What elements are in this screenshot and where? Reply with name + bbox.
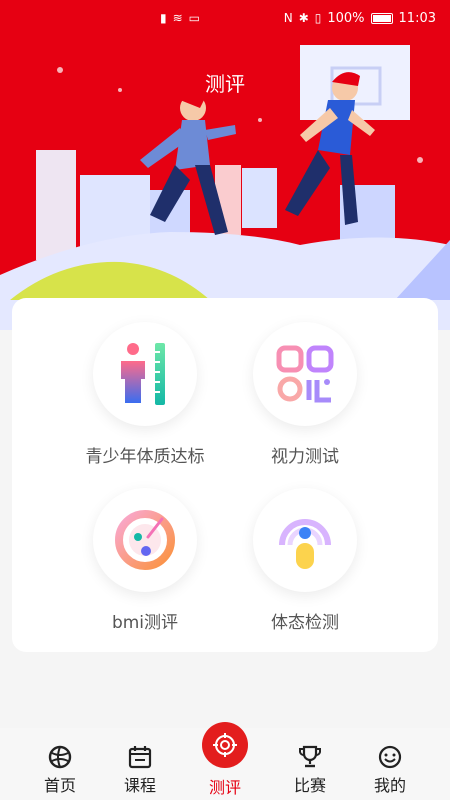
hero-illustration [0, 45, 450, 330]
menu-item-label: 体态检测 [271, 613, 339, 633]
nfc-badge-icon: ▭ [188, 11, 201, 25]
bottom-tab-bar: 首页 课程 测评 比赛 我的 [0, 722, 450, 800]
vision-chart-icon [276, 345, 334, 403]
battery-percent: 100% [327, 10, 365, 26]
smile-icon [378, 745, 402, 769]
nfc-icon: N [283, 11, 293, 25]
tab-label: 测评 [208, 778, 241, 797]
tab-profile[interactable]: 我的 [350, 744, 430, 796]
wifi-icon: ≋ [172, 11, 183, 25]
page-title: 测评 [205, 72, 245, 96]
tab-competition[interactable]: 比赛 [270, 744, 350, 796]
vibrate-icon: ▯ [314, 11, 322, 25]
menu-icon-circle [93, 488, 197, 592]
menu-item-label: 视力测试 [271, 447, 339, 467]
menu-item-posture[interactable]: 体态检测 [230, 488, 380, 633]
tab-label: 课程 [123, 776, 156, 795]
posture-person-icon [279, 519, 331, 569]
menu-icon-circle [253, 322, 357, 426]
height-ruler-icon [121, 343, 165, 405]
bluetooth-icon: ✱ [298, 11, 309, 25]
ball-icon [48, 745, 72, 769]
tab-courses[interactable]: 课程 [100, 744, 180, 796]
status-bar: ▮ ≋ ▭ N ✱ ▯ 100% 11:03 [0, 0, 450, 36]
hero-banner: ▮ ≋ ▭ N ✱ ▯ 100% 11:03 测评 [0, 0, 450, 330]
clock: 11:03 [398, 10, 436, 26]
tab-assessment-bubble[interactable] [202, 722, 248, 768]
menu-item-vision-test[interactable]: 视力测试 [230, 322, 380, 467]
tab-home[interactable]: 首页 [20, 744, 100, 796]
tab-assessment[interactable]: 测评 [185, 774, 265, 798]
target-icon [213, 733, 237, 757]
trophy-icon [299, 745, 321, 768]
tab-label: 比赛 [293, 776, 326, 795]
gauge-icon [115, 510, 175, 570]
menu-item-label: 青少年体质达标 [85, 447, 205, 467]
menu-item-bmi[interactable]: bmi测评 [70, 488, 220, 633]
menu-item-youth-fitness[interactable]: 青少年体质达标 [70, 322, 220, 467]
menu-item-label: bmi测评 [111, 613, 179, 633]
tab-label: 我的 [373, 776, 406, 795]
menu-icon-circle [253, 488, 357, 592]
battery-icon [370, 12, 393, 24]
menu-icon-circle [93, 322, 197, 426]
tab-label: 首页 [43, 776, 76, 795]
assessment-menu-card: 青少年体质达标 视力测试 bmi测评 体态检测 [12, 298, 438, 652]
calendar-icon [128, 746, 152, 769]
sim-icon: ▮ [160, 11, 167, 25]
